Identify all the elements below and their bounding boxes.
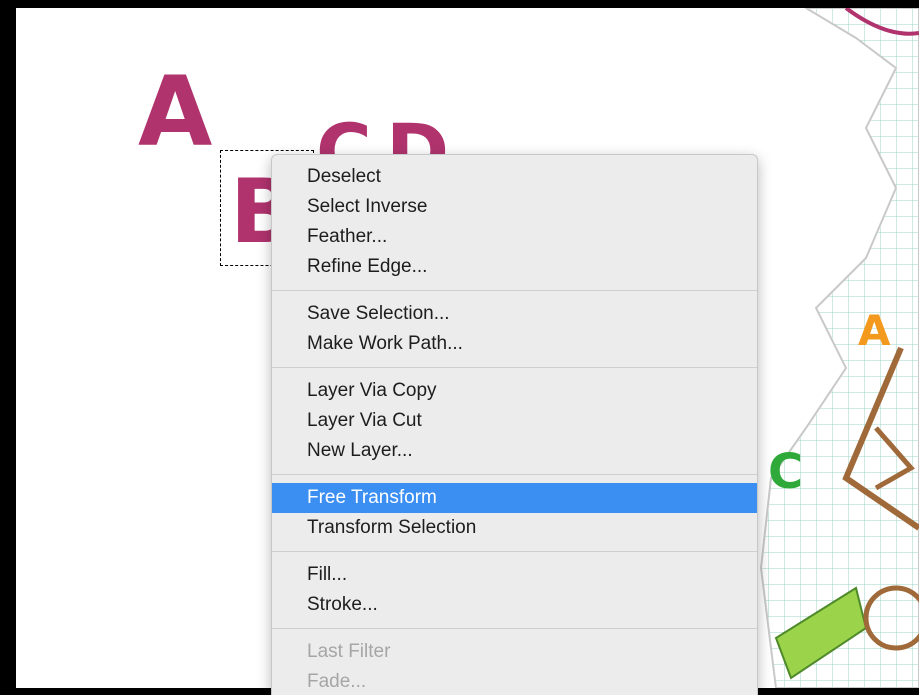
menu-item-make-work-path[interactable]: Make Work Path... — [272, 329, 757, 359]
menu-item-stroke[interactable]: Stroke... — [272, 590, 757, 620]
menu-separator — [272, 367, 757, 368]
letter-a-magenta: A — [138, 56, 213, 168]
menu-separator — [272, 628, 757, 629]
menu-item-feather[interactable]: Feather... — [272, 222, 757, 252]
menu-item-refine-edge[interactable]: Refine Edge... — [272, 252, 757, 282]
menu-item-layer-via-copy[interactable]: Layer Via Copy — [272, 376, 757, 406]
menu-item-new-layer[interactable]: New Layer... — [272, 436, 757, 466]
menu-separator — [272, 474, 757, 475]
menu-item-transform-selection[interactable]: Transform Selection — [272, 513, 757, 543]
context-menu: Deselect Select Inverse Feather... Refine E… — [271, 154, 758, 695]
menu-item-free-transform[interactable]: Free Transform — [272, 483, 757, 513]
menu-item-fade: Fade... — [307, 671, 367, 692]
menu-separator — [272, 551, 757, 552]
menu-item-layer-via-cut[interactable]: Layer Via Cut — [272, 406, 757, 436]
menu-item-save-selection[interactable]: Save Selection... — [272, 299, 757, 329]
menu-separator — [272, 290, 757, 291]
menu-item-last-filter: Last Filter — [307, 641, 391, 662]
menu-item-fill[interactable]: Fill... — [272, 560, 757, 590]
menu-item-select-inverse[interactable]: Select Inverse — [272, 192, 757, 222]
letter-a-orange: A — [858, 306, 891, 355]
letter-c-green: C — [768, 444, 804, 500]
menu-item-deselect[interactable]: Deselect — [272, 162, 757, 192]
